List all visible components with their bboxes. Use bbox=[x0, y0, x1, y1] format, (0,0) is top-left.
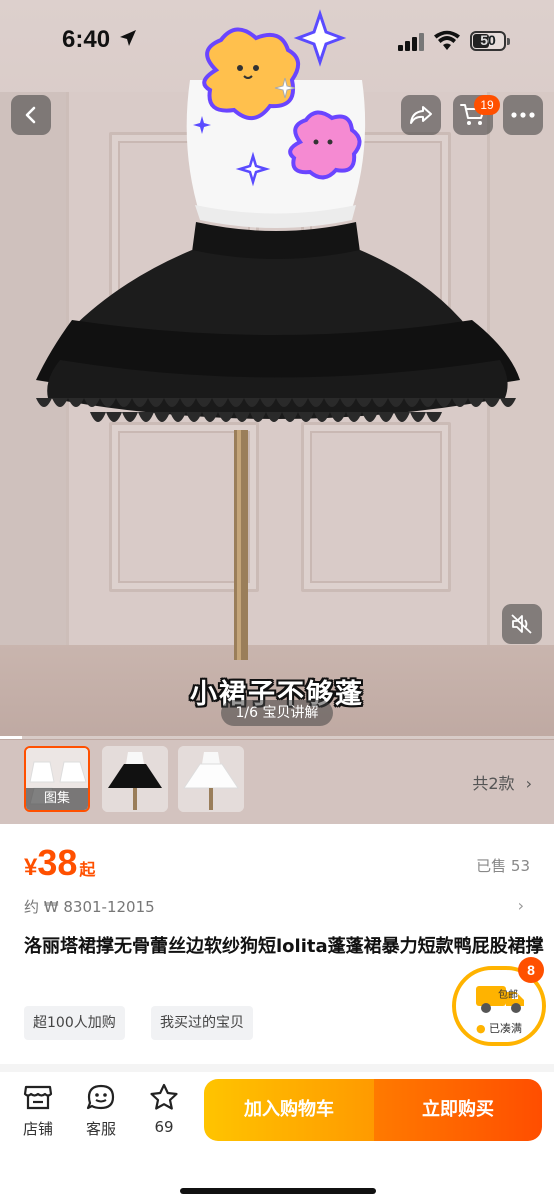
shop-button[interactable]: 店铺 bbox=[15, 1080, 61, 1139]
video-progress-bar[interactable] bbox=[0, 736, 554, 739]
add-to-cart-button[interactable]: 加入购物车 bbox=[204, 1079, 374, 1141]
chevron-right-icon: › bbox=[525, 774, 532, 793]
favorite-button[interactable]: 69 bbox=[141, 1080, 187, 1136]
price-symbol: ¥ bbox=[24, 854, 38, 881]
price: ¥38 起 bbox=[24, 842, 95, 884]
mute-button[interactable] bbox=[502, 604, 542, 644]
store-icon bbox=[23, 1085, 53, 1110]
home-indicator bbox=[180, 1188, 376, 1194]
star-icon bbox=[150, 1083, 178, 1110]
favorite-count: 69 bbox=[154, 1118, 174, 1136]
battery-level: 50 bbox=[480, 32, 496, 48]
product-title: 洛丽塔裙撑无骨蕾丝边软纱狗短lolita蓬蓬裙暴力短款鸭屁股裙撑 bbox=[24, 936, 544, 957]
thumbnail-white-variant[interactable] bbox=[178, 746, 244, 812]
check-circle-icon: ● bbox=[475, 1022, 486, 1035]
thumbnail-black-variant[interactable] bbox=[102, 746, 168, 812]
video-progress-fill bbox=[0, 736, 23, 739]
price-value: 38 bbox=[37, 842, 78, 883]
shop-label: 店铺 bbox=[22, 1120, 53, 1138]
variant-count-link[interactable]: 共2款 › bbox=[472, 770, 532, 794]
thumbnail-image bbox=[102, 746, 168, 812]
media-page-indicator: 1/6 宝贝讲解 bbox=[221, 700, 333, 726]
more-dots-icon bbox=[511, 112, 535, 118]
share-button[interactable] bbox=[401, 95, 441, 135]
cellular-signal-icon bbox=[398, 33, 424, 51]
price-suffix: 起 bbox=[79, 862, 96, 879]
variant-count-label: 共2款 bbox=[472, 774, 515, 793]
thumbnail-label: 图集 bbox=[26, 788, 88, 810]
wifi-icon bbox=[434, 30, 460, 50]
section-divider bbox=[0, 1064, 554, 1072]
chevron-right-icon: › bbox=[517, 896, 524, 915]
speaker-muted-icon bbox=[511, 614, 532, 634]
tag-bought-before[interactable]: 我买过的宝贝 bbox=[151, 1006, 253, 1040]
sold-count: 已售 53 bbox=[476, 857, 530, 875]
bundle-status: ● 已凑满 bbox=[456, 1020, 542, 1036]
more-button[interactable] bbox=[503, 95, 543, 135]
product-media[interactable]: 6:40 50 19 小裙子不够蓬 1/6 宝贝讲解 bbox=[0, 0, 554, 740]
thumbnail-gallery[interactable]: 图集 bbox=[24, 746, 90, 812]
bundle-status-label: 已凑满 bbox=[489, 1022, 523, 1035]
bundle-count-badge: 8 bbox=[518, 957, 544, 983]
chevron-left-icon bbox=[25, 106, 36, 124]
buy-now-button[interactable]: 立即购买 bbox=[374, 1079, 542, 1141]
status-bar: 6:40 50 bbox=[0, 0, 554, 86]
chat-face-icon bbox=[86, 1084, 115, 1110]
cart-count-badge: 19 bbox=[474, 95, 500, 115]
thumbnail-image bbox=[178, 746, 244, 812]
approx-price-link[interactable]: 约 ₩ 8301-12015 bbox=[24, 896, 155, 917]
back-button[interactable] bbox=[11, 95, 51, 135]
battery-icon: 50 bbox=[470, 31, 510, 51]
thumbnail-strip: 图集 共2款 › bbox=[0, 740, 554, 824]
customer-service-label: 客服 bbox=[85, 1120, 116, 1138]
tag-added-to-cart: 超100人加购 bbox=[24, 1006, 125, 1040]
location-arrow-icon bbox=[120, 30, 136, 46]
bundle-truck-label: 包邮 bbox=[498, 990, 518, 1001]
status-time: 6:40 bbox=[62, 26, 111, 53]
bottom-action-bar: 店铺 客服 69 加入购物车 立即购买 bbox=[0, 1072, 554, 1200]
share-arrow-icon bbox=[410, 106, 432, 124]
customer-service-button[interactable]: 客服 bbox=[78, 1080, 124, 1139]
